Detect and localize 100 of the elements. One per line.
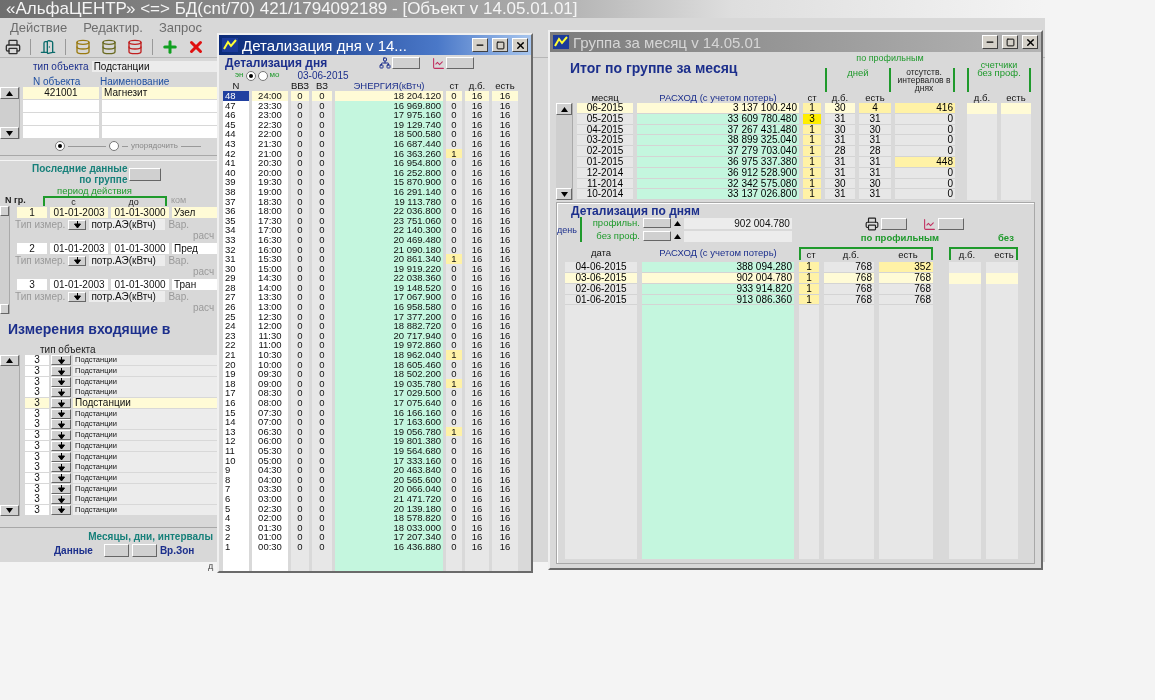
- scroll-down-button[interactable]: [0, 505, 19, 516]
- door-icon[interactable]: [39, 37, 57, 56]
- scroll-up-button[interactable]: [556, 103, 572, 115]
- tool-button[interactable]: [445, 57, 474, 69]
- table-cell: 01-01-2003: [50, 207, 108, 218]
- chart-icon: [922, 217, 936, 231]
- close-button[interactable]: [1022, 35, 1038, 49]
- column-header: ст: [448, 80, 460, 91]
- tool-button[interactable]: [937, 218, 964, 231]
- maximize-button[interactable]: [492, 38, 508, 52]
- table-cell: 01-01-2003: [50, 279, 108, 290]
- radio-button[interactable]: [109, 141, 119, 151]
- radio-button[interactable]: [55, 141, 65, 151]
- dropdown-button[interactable]: [51, 483, 71, 494]
- down-arrow-icon: [57, 388, 65, 396]
- dropdown-button[interactable]: [51, 419, 71, 430]
- scroll-up-button[interactable]: [0, 87, 19, 99]
- dropdown-button[interactable]: [68, 219, 87, 230]
- down-arrow-icon: [57, 474, 65, 482]
- table-cell: 0: [895, 178, 955, 190]
- field-label: Тип измер.: [15, 219, 66, 230]
- table-cell: 02-2015: [577, 146, 633, 157]
- dropdown-button[interactable]: [51, 494, 71, 505]
- table-cell: Тран: [172, 279, 217, 290]
- printer-icon[interactable]: [4, 37, 22, 56]
- dropdown-button[interactable]: [51, 430, 71, 441]
- table-cell: 3: [25, 504, 49, 515]
- radio-button[interactable]: [257, 70, 268, 81]
- table-cell: 416: [895, 103, 955, 114]
- dropdown-button[interactable]: [51, 462, 71, 473]
- table-cell: 11-2014: [577, 178, 633, 190]
- down-arrow-icon: [73, 293, 81, 300]
- table-cell: 3: [25, 398, 49, 409]
- table-cell: 768: [879, 272, 933, 284]
- dropdown-button[interactable]: [68, 291, 87, 302]
- dropdown-button[interactable]: [51, 451, 71, 462]
- database-icon[interactable]: [74, 37, 92, 56]
- menu-item[interactable]: Редактир.: [83, 19, 143, 35]
- data-button[interactable]: [129, 167, 162, 181]
- table-cell: 21 471.720: [335, 493, 443, 505]
- field-label: расч: [193, 265, 215, 277]
- table-cell: 37 279 703.040: [637, 146, 799, 157]
- select-button[interactable]: [642, 231, 671, 242]
- dropdown-button[interactable]: [51, 504, 71, 515]
- data-button[interactable]: [103, 544, 129, 557]
- value-field: 902 004.780: [683, 217, 792, 229]
- window-heading: Итог по группе за месяц: [570, 60, 738, 76]
- column-header: с: [71, 197, 76, 206]
- radio-label: мо: [269, 71, 280, 80]
- table-cell: 768: [879, 283, 933, 295]
- database-icon[interactable]: [100, 37, 118, 56]
- column-header: ЭНЕРГИЯ(кВтч): [352, 80, 426, 91]
- table-cell: 1: [803, 189, 821, 201]
- down-arrow-icon: [57, 506, 65, 514]
- select-button[interactable]: [642, 218, 671, 229]
- table-cell: 31: [825, 113, 855, 125]
- data-button[interactable]: [131, 544, 157, 557]
- down-arrow-icon: [73, 221, 81, 228]
- minimize-button[interactable]: [472, 38, 488, 52]
- group-header: без проф.: [977, 68, 1021, 79]
- field-label: без проф.: [595, 230, 640, 242]
- tool-button[interactable]: [391, 57, 420, 69]
- radio-label: эн: [235, 71, 244, 80]
- empty-cell: [967, 103, 997, 114]
- table-cell: 38 899 325.040: [637, 135, 799, 147]
- table-cell: 0: [895, 135, 955, 147]
- radio-button[interactable]: [245, 70, 256, 81]
- column-header: N объекта: [33, 75, 82, 87]
- close-button[interactable]: [512, 38, 528, 52]
- dropdown-button[interactable]: [51, 472, 71, 483]
- table-cell: 1: [799, 262, 819, 273]
- table-cell: 28: [825, 146, 855, 157]
- field-label: расч: [193, 301, 215, 313]
- dropdown-button[interactable]: [51, 408, 71, 419]
- empty-cell: [949, 262, 981, 273]
- table-cell: 768: [824, 262, 874, 273]
- dropdown-button[interactable]: [51, 376, 71, 387]
- table-cell: 3: [803, 113, 821, 125]
- maximize-button[interactable]: [1002, 35, 1018, 49]
- dropdown-button[interactable]: [51, 366, 71, 377]
- close-icon: [1024, 36, 1036, 48]
- dropdown-button[interactable]: [51, 387, 71, 398]
- table-cell: 31: [825, 135, 855, 147]
- field-label: д: [208, 562, 214, 572]
- scroll-down-button[interactable]: [556, 188, 572, 201]
- menu-item[interactable]: Действие: [10, 19, 68, 35]
- database-icon[interactable]: [126, 37, 144, 56]
- measure-field: потр.АЭ(кВтч): [89, 219, 166, 230]
- print-button[interactable]: [880, 218, 907, 231]
- scroll-up-button[interactable]: [0, 355, 19, 366]
- dropdown-button[interactable]: [51, 440, 71, 451]
- minimize-button[interactable]: [982, 35, 998, 49]
- field-label: день: [557, 226, 577, 237]
- dropdown-button[interactable]: [51, 398, 71, 409]
- dropdown-button[interactable]: [51, 355, 71, 366]
- scroll-down-button[interactable]: [0, 127, 19, 139]
- menu-item[interactable]: Запрос: [158, 19, 202, 35]
- table-cell: 0: [312, 138, 332, 150]
- down-arrow-icon: [57, 431, 65, 439]
- dropdown-button[interactable]: [68, 255, 87, 266]
